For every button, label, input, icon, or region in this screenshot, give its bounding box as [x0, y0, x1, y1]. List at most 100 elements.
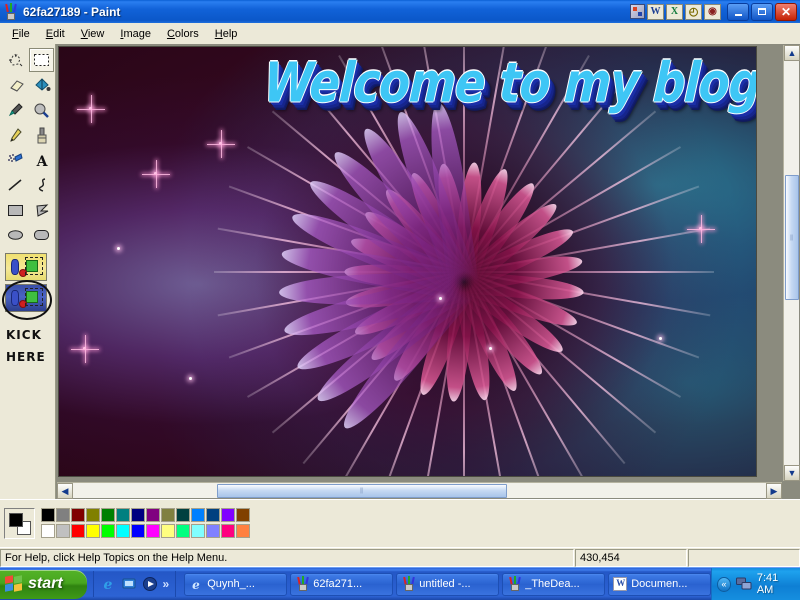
- menu-file-accel: F: [12, 28, 19, 40]
- network-icon[interactable]: [736, 577, 752, 591]
- palette-swatch[interactable]: [191, 508, 205, 522]
- tool-grid: A: [0, 44, 55, 247]
- office-shortcut-grip[interactable]: [630, 4, 645, 19]
- palette-swatch[interactable]: [236, 524, 250, 538]
- horizontal-scroll-thumb[interactable]: ‖: [217, 484, 507, 498]
- quick-launch-chevron[interactable]: »: [163, 577, 170, 591]
- palette-swatch[interactable]: [131, 524, 145, 538]
- eraser-tool[interactable]: [3, 73, 28, 97]
- show-desktop-icon[interactable]: [121, 576, 137, 592]
- palette-swatch[interactable]: [221, 524, 235, 538]
- palette-swatch[interactable]: [131, 508, 145, 522]
- palette-swatch[interactable]: [56, 524, 70, 538]
- taskbar-item-document[interactable]: Documen...: [608, 573, 711, 596]
- taskbar-buttons: e Quynh_... 62fa271... untitled -... _Th…: [184, 573, 711, 596]
- menu-view[interactable]: View: [73, 26, 113, 42]
- color-picker-tool[interactable]: [3, 98, 28, 122]
- rounded-rectangle-tool[interactable]: [29, 223, 54, 247]
- menu-file[interactable]: File: [4, 26, 38, 42]
- rectangle-select-tool[interactable]: [29, 48, 54, 72]
- palette-swatch[interactable]: [176, 524, 190, 538]
- palette-swatch[interactable]: [221, 508, 235, 522]
- ellipse-tool[interactable]: [3, 223, 28, 247]
- menu-help[interactable]: Help: [207, 26, 246, 42]
- palette-swatch[interactable]: [56, 508, 70, 522]
- line-tool[interactable]: [3, 173, 28, 197]
- palette-swatch[interactable]: [236, 508, 250, 522]
- tray-expand-icon[interactable]: «: [717, 577, 731, 592]
- palette-swatch[interactable]: [161, 524, 175, 538]
- toolbox: A: [0, 44, 56, 499]
- palette-swatch[interactable]: [206, 508, 220, 522]
- palette-swatch[interactable]: [146, 524, 160, 538]
- palette-swatch[interactable]: [191, 524, 205, 538]
- polygon-tool[interactable]: [29, 198, 54, 222]
- palette-swatch[interactable]: [146, 508, 160, 522]
- magnifier-tool[interactable]: [29, 98, 54, 122]
- color-palette-bar: [0, 499, 800, 547]
- media-icon[interactable]: ◉: [704, 4, 721, 20]
- pencil-tool[interactable]: [3, 123, 28, 147]
- quick-launch-bar: e »: [93, 571, 177, 597]
- horizontal-scrollbar[interactable]: ◀ ‖ ▶: [57, 482, 782, 498]
- palette-swatch[interactable]: [86, 524, 100, 538]
- palette-swatch[interactable]: [161, 508, 175, 522]
- ie-icon: e: [189, 577, 203, 591]
- media-player-icon[interactable]: [142, 576, 158, 592]
- palette-swatch[interactable]: [206, 524, 220, 538]
- paint-workarea: A: [0, 44, 800, 499]
- menu-edit[interactable]: Edit: [38, 26, 73, 42]
- window-title: 62fa27189 - Paint: [23, 5, 120, 19]
- taskbar-item-62fa271[interactable]: 62fa271...: [290, 573, 393, 596]
- close-button[interactable]: ✕: [775, 3, 797, 21]
- foreground-color-swatch[interactable]: [9, 513, 23, 527]
- minimize-button[interactable]: [727, 3, 749, 21]
- scroll-up-button[interactable]: ▲: [784, 45, 800, 61]
- airbrush-tool[interactable]: [3, 148, 28, 172]
- palette-swatch[interactable]: [41, 524, 55, 538]
- scroll-grip: ‖: [790, 233, 794, 242]
- clock-icon[interactable]: ◴: [685, 4, 702, 20]
- vertical-scroll-thumb[interactable]: ‖: [785, 175, 799, 300]
- office-shortcut-bar[interactable]: W X ◴ ◉: [630, 4, 721, 20]
- palette-swatch[interactable]: [86, 508, 100, 522]
- image-canvas[interactable]: Welcome to my blog: [58, 46, 757, 477]
- brush-tool[interactable]: [29, 123, 54, 147]
- svg-text:e: e: [103, 577, 112, 592]
- text-tool[interactable]: A: [29, 148, 54, 172]
- palette-swatch[interactable]: [116, 524, 130, 538]
- palette-swatch[interactable]: [71, 524, 85, 538]
- taskbar-item-quynh[interactable]: e Quynh_...: [184, 573, 287, 596]
- palette-swatch[interactable]: [116, 508, 130, 522]
- word-icon[interactable]: W: [647, 4, 664, 20]
- palette-swatch[interactable]: [41, 508, 55, 522]
- paint-icon: [401, 577, 415, 591]
- scroll-down-button[interactable]: ▼: [784, 465, 800, 481]
- fill-tool[interactable]: [29, 73, 54, 97]
- palette-swatch[interactable]: [101, 508, 115, 522]
- menu-view-accel: V: [81, 28, 88, 40]
- taskbar: start e » e Quynh_... 62fa271...: [0, 567, 800, 600]
- taskbar-item-untitled[interactable]: untitled -...: [396, 573, 499, 596]
- system-tray: « 7:41 AM: [711, 568, 800, 600]
- free-form-select-tool[interactable]: [3, 48, 28, 72]
- maximize-button[interactable]: [751, 3, 773, 21]
- clipboard-thumbnail-2[interactable]: [5, 284, 47, 312]
- palette-swatch[interactable]: [71, 508, 85, 522]
- taskbar-item-thedea[interactable]: _TheDea...: [502, 573, 605, 596]
- menu-image[interactable]: Image: [112, 26, 159, 42]
- internet-explorer-icon[interactable]: e: [100, 576, 116, 592]
- scroll-right-button[interactable]: ▶: [766, 483, 782, 499]
- palette-swatch[interactable]: [176, 508, 190, 522]
- rectangle-tool[interactable]: [3, 198, 28, 222]
- vertical-scrollbar[interactable]: ▲ ‖ ▼: [783, 45, 799, 481]
- foreground-background-swatch[interactable]: [4, 508, 35, 539]
- start-button[interactable]: start: [0, 570, 87, 599]
- palette-swatch[interactable]: [101, 524, 115, 538]
- clipboard-thumbnail-1[interactable]: [5, 253, 47, 281]
- curve-tool[interactable]: [29, 173, 54, 197]
- excel-icon[interactable]: X: [666, 4, 683, 20]
- kick-here-annotation: KICK HERE: [0, 324, 55, 368]
- scroll-left-button[interactable]: ◀: [57, 483, 73, 499]
- menu-colors[interactable]: Colors: [159, 26, 207, 42]
